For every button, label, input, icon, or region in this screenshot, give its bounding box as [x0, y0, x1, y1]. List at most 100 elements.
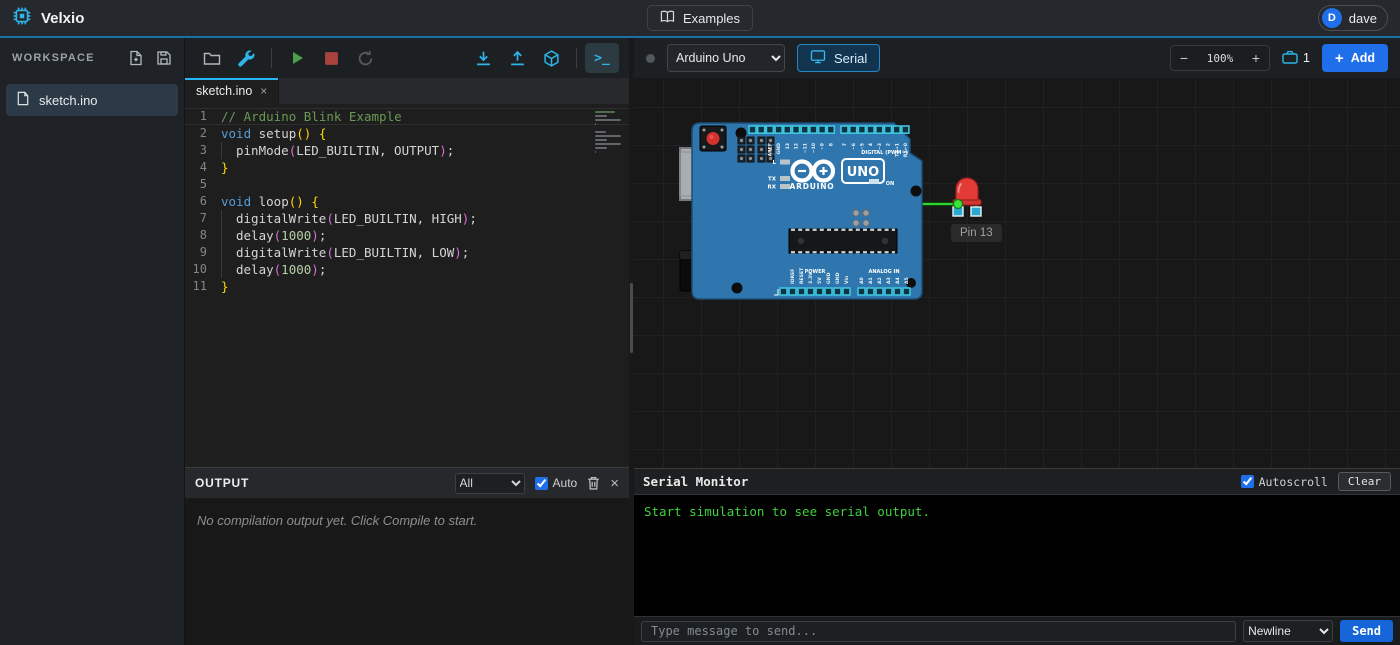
send-button[interactable]: Send: [1340, 620, 1393, 642]
svg-text:A5: A5: [904, 277, 910, 284]
svg-text:~6: ~6: [851, 143, 857, 150]
autoscroll-checkbox[interactable]: [1241, 475, 1254, 488]
serial-placeholder-message: Start simulation to see serial output.: [644, 504, 930, 519]
clear-serial-button[interactable]: Clear: [1338, 472, 1391, 491]
app-title: Velxio: [41, 10, 84, 27]
on-label: ON: [886, 181, 894, 187]
tab-close-icon[interactable]: ×: [260, 84, 267, 98]
svg-text:~10: ~10: [811, 143, 817, 153]
code-line[interactable]: 3pinMode(LED_BUILTIN, OUTPUT);: [185, 142, 629, 159]
svg-text:RESET: RESET: [799, 267, 805, 284]
stop-button[interactable]: [314, 43, 348, 73]
close-output-button[interactable]: ×: [610, 475, 619, 492]
led-rx: [780, 184, 790, 189]
code-line[interactable]: 4}: [185, 159, 629, 176]
top-bar: Velxio Examples D dave: [0, 0, 1400, 38]
auto-checkbox[interactable]: [535, 477, 548, 490]
editor-minimap[interactable]: [595, 109, 623, 155]
reset-button[interactable]: [348, 43, 382, 73]
open-folder-button[interactable]: [195, 43, 229, 73]
code-line[interactable]: 9digitalWrite(LED_BUILTIN, LOW);: [185, 244, 629, 261]
line-ending-select[interactable]: Newline: [1243, 620, 1333, 642]
code-line[interactable]: 8delay(1000);: [185, 227, 629, 244]
svg-text:Vin: Vin: [844, 276, 850, 284]
download-button[interactable]: [466, 43, 500, 73]
code-line[interactable]: 7digitalWrite(LED_BUILTIN, HIGH);: [185, 210, 629, 227]
upload-button[interactable]: [500, 43, 534, 73]
svg-text:AREF: AREF: [768, 143, 774, 156]
svg-text:8: 8: [828, 143, 834, 146]
output-body: No compilation output yet. Click Compile…: [185, 498, 629, 645]
sidebar-item-sketch[interactable]: sketch.ino: [6, 84, 178, 116]
chip-logo-icon: [12, 6, 32, 31]
code-line[interactable]: 5: [185, 176, 629, 193]
zoom-out-button[interactable]: −: [1171, 46, 1197, 70]
svg-text:~5: ~5: [860, 143, 866, 150]
svg-text:A0: A0: [859, 277, 865, 284]
digital-label: DIGITAL (PWM~): [861, 150, 908, 156]
code-line[interactable]: 11}: [185, 278, 629, 295]
user-name: dave: [1349, 11, 1377, 26]
serial-toggle-button[interactable]: Serial: [797, 44, 880, 72]
svg-text:~11: ~11: [802, 143, 808, 153]
led-tx: [780, 176, 790, 181]
svg-text:~9: ~9: [820, 143, 826, 150]
led-pin-cathode[interactable]: [971, 207, 981, 216]
toolbar-separator: [576, 48, 577, 68]
led-on: [869, 179, 879, 184]
file-icon: [16, 91, 30, 109]
pin-tooltip: Pin 13: [951, 224, 1002, 242]
simulation-canvas[interactable]: AREFGND1312~11~10~987~6~54~32TX→1RX←0 DI…: [634, 78, 1400, 468]
svg-text:4: 4: [868, 143, 874, 146]
code-editor[interactable]: 1// Arduino Blink Example2void setup() {…: [185, 104, 629, 467]
tab-sketch-ino[interactable]: sketch.ino ×: [185, 78, 279, 104]
user-menu[interactable]: D dave: [1318, 5, 1388, 31]
code-line[interactable]: 6void loop() {: [185, 193, 629, 210]
led-l: [780, 160, 790, 165]
led-component[interactable]: [953, 178, 981, 216]
examples-button[interactable]: Examples: [647, 5, 753, 31]
code-line[interactable]: 2void setup() {: [185, 125, 629, 142]
zoom-control: − 100% +: [1170, 45, 1270, 71]
new-file-button[interactable]: [128, 50, 144, 66]
save-button[interactable]: [156, 50, 172, 66]
serial-input-row: Newline Send: [634, 616, 1400, 645]
svg-text:A2: A2: [877, 277, 883, 284]
package-icon: [1282, 50, 1298, 67]
reset-pushbutton[interactable]: [700, 126, 726, 151]
editor-toolbar: >_: [185, 38, 629, 78]
svg-text:A1: A1: [868, 277, 874, 284]
board-model: UNO: [847, 165, 880, 180]
serial-output: Start simulation to see serial output.: [634, 495, 1400, 616]
output-title: OUTPUT: [195, 476, 249, 490]
output-filter-select[interactable]: All: [455, 473, 525, 494]
add-component-button[interactable]: + Add: [1322, 44, 1388, 72]
board-select[interactable]: Arduino Uno: [667, 44, 785, 72]
simulation-column: Arduino Uno Serial − 100% +: [634, 38, 1400, 645]
run-button[interactable]: [280, 43, 314, 73]
zoom-in-button[interactable]: +: [1243, 46, 1269, 70]
board-brand: ARDUINO: [790, 182, 835, 191]
led-l-label: L: [772, 160, 776, 166]
brand: Velxio: [12, 6, 84, 31]
svg-text:GND: GND: [835, 272, 841, 284]
code-line[interactable]: 10delay(1000);: [185, 261, 629, 278]
svg-text:2: 2: [886, 143, 892, 146]
led-tx-label: TX: [768, 177, 777, 183]
monitor-icon: [810, 50, 826, 67]
code-lines: 1// Arduino Blink Example2void setup() {…: [185, 108, 629, 295]
simulation-status-dot: [646, 54, 655, 63]
arduino-uno-board[interactable]: AREFGND1312~11~10~987~6~54~32TX→1RX←0 DI…: [634, 78, 1400, 468]
clear-output-trash-button[interactable]: [587, 476, 600, 490]
svg-text:3.3V: 3.3V: [808, 272, 814, 284]
serial-message-input[interactable]: [641, 621, 1236, 642]
code-line[interactable]: 1// Arduino Blink Example: [185, 108, 629, 125]
serial-monitor-title: Serial Monitor: [643, 474, 748, 489]
editor-tab-bar: sketch.ino ×: [185, 78, 629, 104]
svg-text:7: 7: [842, 143, 848, 146]
svg-text:12: 12: [794, 143, 800, 149]
library-cube-button[interactable]: [534, 43, 568, 73]
toolbar-separator: [271, 48, 272, 68]
compile-button[interactable]: [229, 43, 263, 73]
terminal-button[interactable]: >_: [585, 43, 619, 73]
